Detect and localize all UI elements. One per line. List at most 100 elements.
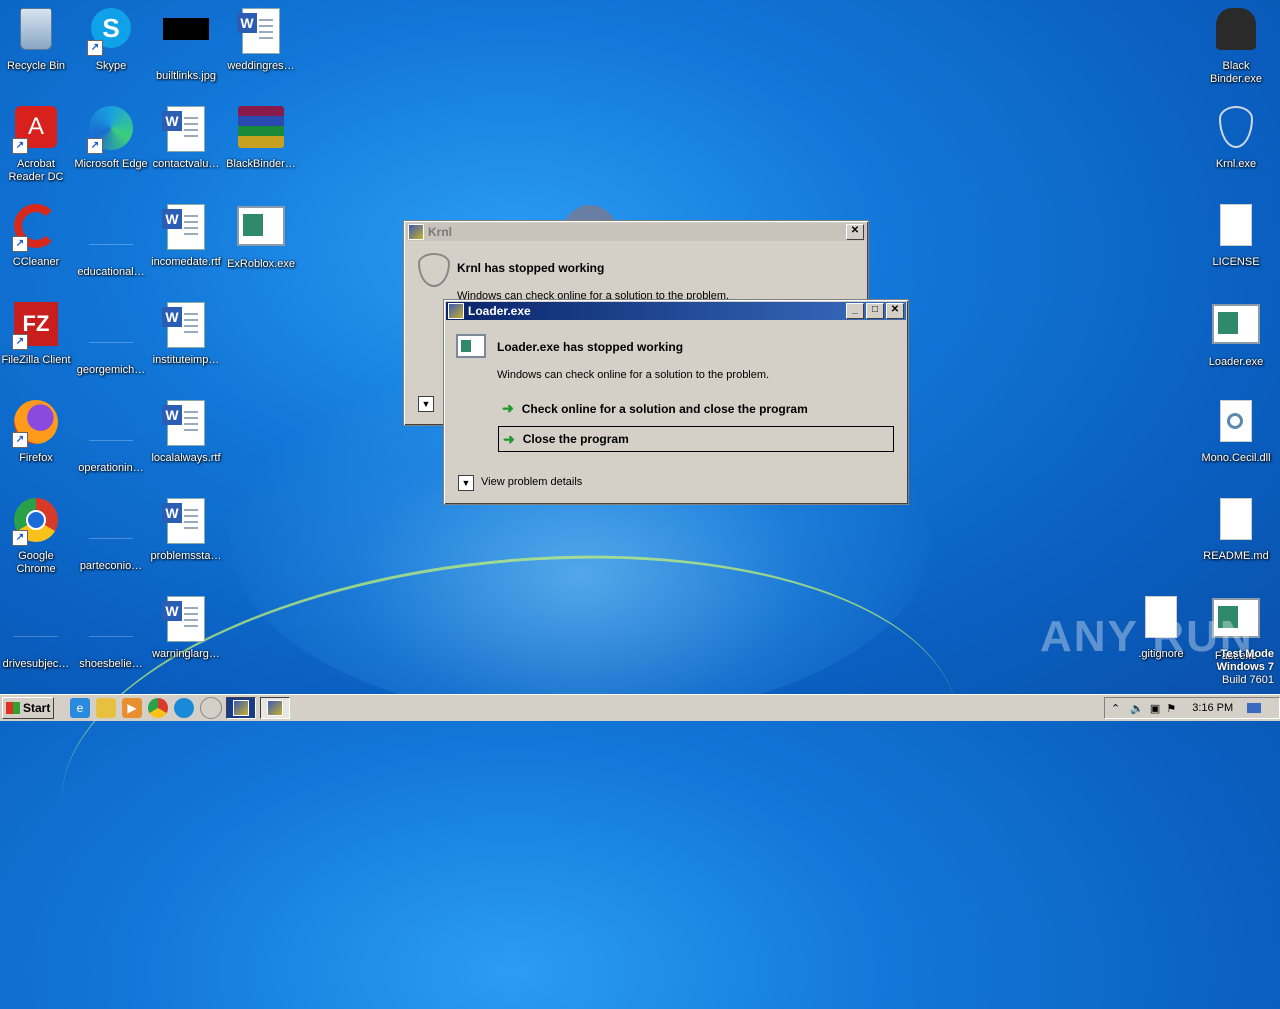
acrobat-icon: A ↗ (12, 106, 60, 154)
network-icon[interactable]: ▣ (1150, 702, 1160, 715)
krnl-task-button[interactable] (226, 697, 256, 719)
desktop-icon-mono-cecil[interactable]: Mono.Cecil.dll (1198, 396, 1274, 465)
krnl-dialog-titlebar[interactable]: Krnl ✕ (406, 223, 866, 241)
krnl-title-icon (408, 224, 424, 240)
desktop-icon-exroblox[interactable]: ExRoblox.exe (223, 200, 299, 271)
word-doc-icon: W (162, 400, 210, 448)
desktop-icon-operationin[interactable]: operationin… (73, 396, 149, 475)
desktop-icon-weddingres[interactable]: W weddingres… (223, 4, 299, 73)
desktop-icon-georgemich[interactable]: georgemich… (73, 298, 149, 377)
close-program-option[interactable]: ➜ Close the program (498, 426, 894, 452)
minimize-button[interactable]: _ (846, 303, 864, 319)
shortcut-arrow-icon: ↗ (12, 236, 28, 252)
action-center-flag-icon[interactable]: ⚑ (1166, 702, 1176, 715)
chrome-taskbar-icon[interactable] (148, 698, 168, 718)
ccleaner-icon: ↗ (12, 204, 60, 252)
tray-expand-icon[interactable]: ⌃ (1111, 702, 1120, 715)
windows-flag-icon (6, 702, 20, 714)
krnl-details-expander[interactable]: ▼ (418, 396, 434, 412)
krnl-heading: Krnl has stopped working (457, 261, 605, 275)
firefox-icon: ↗ (12, 400, 60, 448)
green-arrow-icon: ➜ (503, 430, 515, 447)
word-doc-icon: W (162, 498, 210, 546)
recycle-bin-icon (12, 8, 60, 56)
shortcut-arrow-icon: ↗ (87, 138, 103, 154)
file-icon (12, 606, 60, 654)
desktop-icon-black-binder[interactable]: Black Binder.exe (1198, 4, 1274, 86)
desktop-icon-warninglarg[interactable]: W warninglarg… (148, 592, 224, 661)
word-doc-icon: W (162, 302, 210, 350)
shortcut-arrow-icon: ↗ (12, 530, 28, 546)
word-doc-icon: W (162, 596, 210, 644)
exe-icon (1212, 304, 1260, 352)
desktop-icon-chrome[interactable]: ↗ Google Chrome (0, 494, 74, 576)
volume-icon[interactable]: 🔈 (1130, 702, 1144, 715)
file-icon (87, 214, 135, 262)
loader-dialog-titlebar[interactable]: Loader.exe _ □ ✕ (446, 302, 906, 320)
show-desktop-icon[interactable] (1247, 703, 1262, 713)
shortcut-arrow-icon: ↗ (12, 334, 28, 350)
desktop-icon-parteconio[interactable]: parteconio… (73, 494, 149, 573)
desktop-icon-builtlinks[interactable]: builtlinks.jpg (148, 4, 224, 83)
desktop-icon-problemssta[interactable]: W problemssta… (148, 494, 224, 563)
desktop-icon-skype[interactable]: S ↗ Skype (73, 4, 149, 73)
krnl-close-button[interactable]: ✕ (846, 224, 864, 240)
desktop-icon-incomedate[interactable]: W incomedate.rtf (148, 200, 224, 269)
word-doc-icon: W (162, 106, 210, 154)
shortcut-arrow-icon: ↗ (12, 138, 28, 154)
krnl-app-icon (418, 253, 450, 287)
desktop-icon-filezilla[interactable]: FZ ↗ FileZilla Client (0, 298, 74, 367)
desktop-icon-acrobat[interactable]: A ↗ Acrobat Reader DC (0, 102, 74, 184)
loader-task-button[interactable] (260, 697, 290, 719)
file-icon (87, 508, 135, 556)
shortcut-arrow-icon: ↗ (87, 40, 103, 56)
desktop-icon-readme[interactable]: README.md (1198, 494, 1274, 563)
start-button[interactable]: Start (2, 697, 54, 719)
media-player-icon[interactable]: ▶ (122, 698, 142, 718)
krnl-taskbar-icon[interactable] (200, 697, 222, 719)
system-tray: ⌃ 🔈 ▣ ⚑ 3:16 PM (1104, 697, 1280, 719)
black-cat-icon (1212, 8, 1260, 56)
krnl-icon (1212, 106, 1260, 154)
taskbar: Start e ▶ ⌃ 🔈 ▣ ⚑ 3:16 PM (0, 694, 1280, 721)
view-details-label[interactable]: View problem details (481, 476, 582, 488)
filezilla-icon: FZ ↗ (12, 302, 60, 350)
image-file-icon (162, 18, 210, 66)
desktop-icon-firefox[interactable]: ↗ Firefox (0, 396, 74, 465)
edge-icon: ↗ (87, 106, 135, 154)
green-arrow-icon: ➜ (502, 400, 514, 416)
blank-file-icon (1212, 498, 1260, 546)
desktop-icon-edge[interactable]: ↗ Microsoft Edge (73, 102, 149, 171)
desktop-icon-educational[interactable]: educational… (73, 200, 149, 279)
desktop-icon-instituteimp[interactable]: W instituteimp… (148, 298, 224, 367)
explorer-icon[interactable] (96, 698, 116, 718)
desktop-icon-ccleaner[interactable]: ↗ CCleaner (0, 200, 74, 269)
test-mode-text: Test Mode Windows 7 Build 7601 (1216, 648, 1274, 686)
skype-icon: S ↗ (87, 8, 135, 56)
clock[interactable]: 3:16 PM (1192, 702, 1233, 714)
desktop-icon-localalways[interactable]: W localalways.rtf (148, 396, 224, 465)
desktop-icon-loader[interactable]: Loader.exe (1198, 298, 1274, 369)
word-doc-icon: W (237, 8, 285, 56)
desktop-icon-recycle-bin[interactable]: Recycle Bin (0, 4, 74, 73)
desktop-icon-contactvalu[interactable]: W contactvalu… (148, 102, 224, 171)
winrar-icon (237, 106, 285, 154)
edge-taskbar-icon[interactable] (174, 698, 194, 718)
loader-title-icon (448, 303, 464, 319)
close-button[interactable]: ✕ (886, 303, 904, 319)
loader-app-icon (456, 334, 486, 358)
desktop-icon-drivesubjec[interactable]: drivesubjec… (0, 592, 74, 671)
shortcut-arrow-icon: ↗ (12, 432, 28, 448)
desktop-icon-license[interactable]: LICENSE (1198, 200, 1274, 269)
check-online-option[interactable]: ➜ Check online for a solution and close … (502, 400, 808, 417)
desktop-icon-krnl[interactable]: Krnl.exe (1198, 102, 1274, 171)
desktop-icon-shoesbelie[interactable]: shoesbelie… (73, 592, 149, 671)
view-details-expander[interactable]: ▼ (458, 475, 474, 491)
ie-icon[interactable]: e (70, 698, 90, 718)
desktop-icon-blackbinder-rar[interactable]: BlackBinder… (223, 102, 299, 171)
maximize-button[interactable]: □ (866, 303, 884, 319)
file-icon (87, 410, 135, 458)
loader-subtext: Windows can check online for a solution … (497, 369, 770, 381)
chrome-icon: ↗ (12, 498, 60, 546)
word-doc-icon: W (162, 204, 210, 252)
